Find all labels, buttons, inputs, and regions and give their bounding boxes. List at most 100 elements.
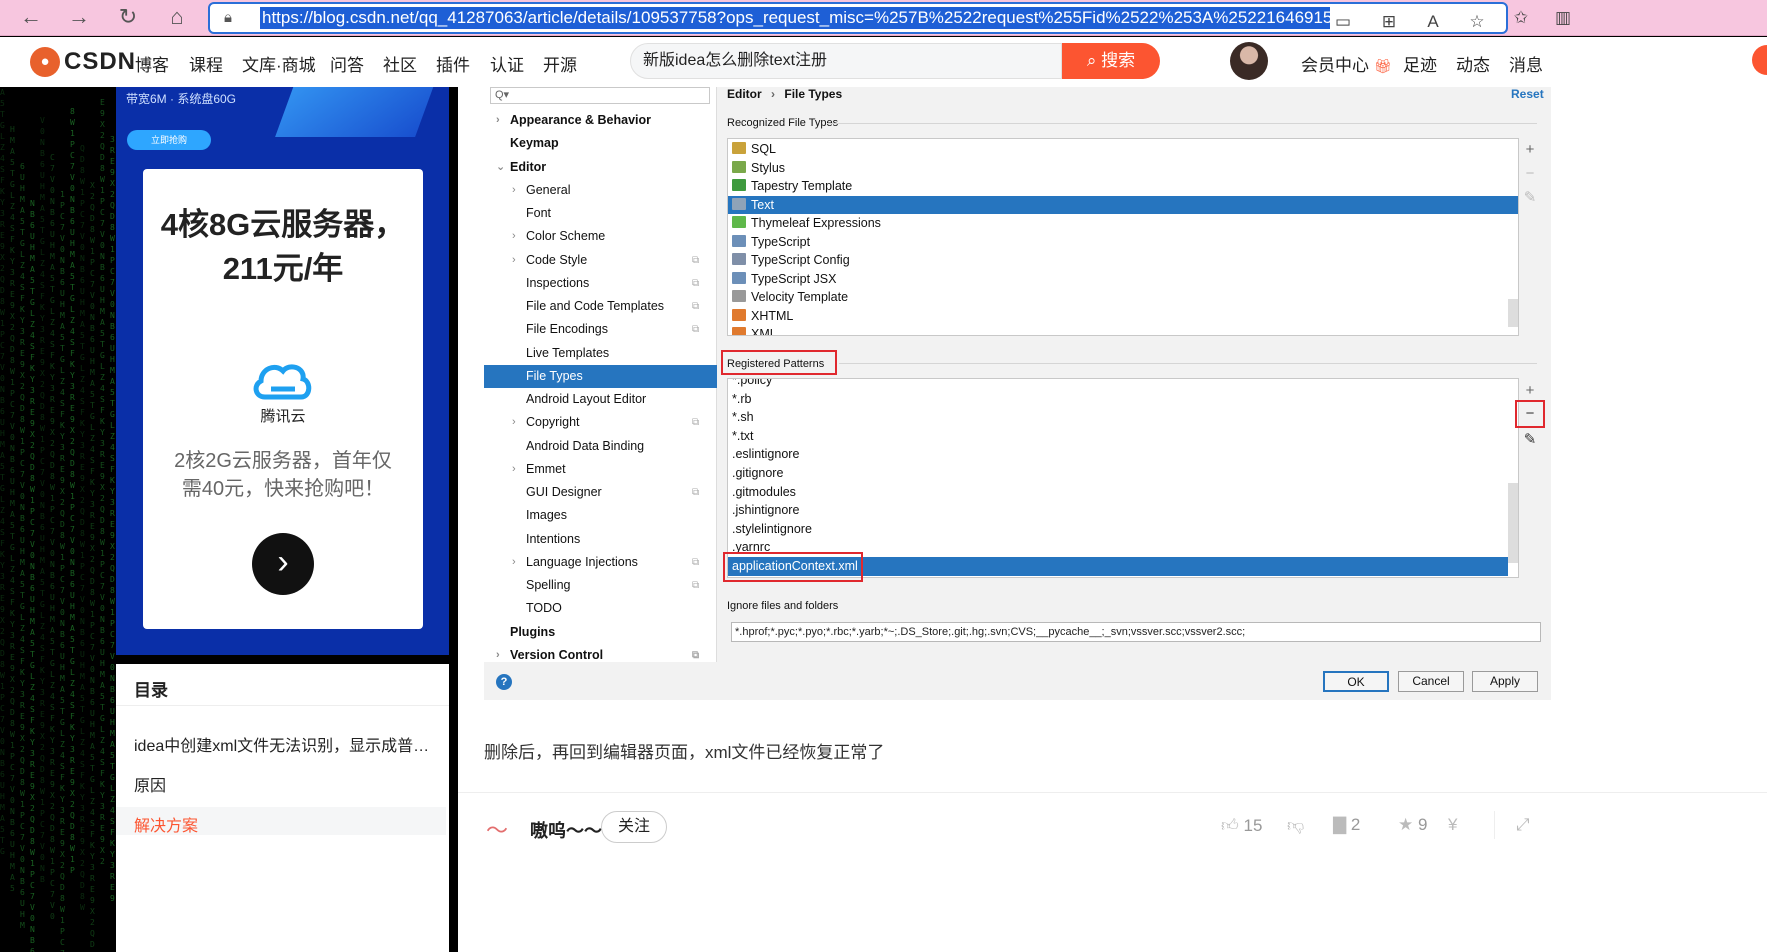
pattern-row[interactable]: .gitignore bbox=[728, 464, 1518, 483]
add-favorite-icon[interactable]: ☆ bbox=[1464, 9, 1490, 35]
pattern-row[interactable]: .gitmodules bbox=[728, 483, 1518, 502]
chevron-right-icon[interactable]: › bbox=[252, 533, 314, 595]
nav-blog[interactable]: 博客 bbox=[135, 51, 169, 76]
add-pattern-icon[interactable]: + bbox=[1521, 382, 1539, 400]
settings-tree-item[interactable]: Android Data Binding bbox=[484, 435, 717, 458]
apps-icon[interactable]: ⊞ bbox=[1376, 9, 1402, 35]
author-avatar-icon[interactable]: 〜 bbox=[486, 813, 520, 843]
read-aloud-icon[interactable]: A bbox=[1420, 9, 1446, 35]
file-type-row[interactable]: TypeScript JSX bbox=[728, 270, 1518, 289]
file-type-row[interactable]: Tapestry Template bbox=[728, 177, 1518, 196]
chevron-down-icon[interactable]: ⌄ bbox=[496, 156, 505, 179]
file-type-row[interactable]: TypeScript Config bbox=[728, 251, 1518, 270]
dislike-icon[interactable]: 👎︎ bbox=[1287, 815, 1304, 836]
registered-patterns-list[interactable]: *.policy *.rb *.sh *.txt .eslintignore .gitig… bbox=[727, 378, 1519, 578]
settings-tree-item[interactable]: › Code Style ⧉ bbox=[484, 249, 717, 272]
settings-tree-item[interactable]: Font bbox=[484, 202, 717, 225]
settings-tree-item[interactable]: Images bbox=[484, 504, 717, 527]
settings-tree-item[interactable]: › Emmet bbox=[484, 458, 717, 481]
star-button[interactable]: ★ 9 bbox=[1398, 815, 1427, 835]
search-button[interactable]: ⌕ 搜索 bbox=[1062, 43, 1160, 79]
messages-link[interactable]: 消息 bbox=[1509, 51, 1543, 76]
follow-button[interactable]: 关注 bbox=[601, 811, 667, 843]
scrollbar[interactable] bbox=[1508, 299, 1518, 327]
vip-center-link[interactable]: 会员中心 🎁︎ bbox=[1301, 51, 1392, 76]
toc-item-active[interactable]: 解决方案 bbox=[134, 812, 434, 836]
settings-tree-item[interactable]: GUI Designer ⧉ bbox=[484, 481, 717, 504]
nav-course[interactable]: 课程 bbox=[189, 51, 223, 76]
settings-tree-item[interactable]: › Color Scheme bbox=[484, 225, 717, 248]
remove-pattern-icon[interactable]: − bbox=[1521, 405, 1539, 423]
comment-button[interactable]: ▇ 2 bbox=[1333, 815, 1360, 835]
pattern-row[interactable]: .stylelintignore bbox=[728, 520, 1518, 539]
settings-search-input[interactable]: Q▾ bbox=[490, 87, 710, 104]
author-name[interactable]: 嗷呜～～ bbox=[530, 817, 602, 843]
settings-tree-item[interactable]: Keymap bbox=[484, 132, 717, 155]
pattern-row[interactable]: *.policy bbox=[728, 379, 1518, 390]
chevron-right-icon[interactable]: › bbox=[512, 225, 516, 248]
settings-tree-item[interactable]: Android Layout Editor bbox=[484, 388, 717, 411]
file-type-row[interactable]: TypeScript bbox=[728, 233, 1518, 252]
remove-icon[interactable]: − bbox=[1521, 165, 1539, 183]
nav-cert[interactable]: 认证 bbox=[490, 51, 524, 76]
chevron-right-icon[interactable]: › bbox=[512, 458, 516, 481]
url-text[interactable]: https://blog.csdn.net/qq_41287063/articl… bbox=[260, 7, 1330, 29]
search-input[interactable]: 新版idea怎么删除text注册 bbox=[630, 43, 1062, 79]
ad-buy-button[interactable]: 立即抢购 bbox=[127, 130, 211, 150]
pattern-row[interactable]: *.sh bbox=[728, 408, 1518, 427]
settings-tree-item[interactable]: File Encodings ⧉ bbox=[484, 318, 717, 341]
like-button[interactable]: 👍︎ 15 bbox=[1221, 815, 1262, 836]
file-type-row[interactable]: XHTML bbox=[728, 307, 1518, 326]
ignore-files-input[interactable]: *.hprof;*.pyc;*.pyo;*.rbc;*.yarb;*~;.DS_… bbox=[731, 622, 1541, 642]
settings-tree-item[interactable]: Spelling ⧉ bbox=[484, 574, 717, 597]
favorites-icon[interactable]: ✩ bbox=[1508, 5, 1534, 31]
pattern-row[interactable]: *.rb bbox=[728, 390, 1518, 409]
chevron-right-icon[interactable]: › bbox=[512, 411, 516, 434]
settings-tree-item[interactable]: ⌄ Editor bbox=[484, 156, 717, 179]
file-type-row[interactable]: Text bbox=[728, 195, 1518, 214]
chevron-right-icon[interactable]: › bbox=[512, 249, 516, 272]
settings-tree-item[interactable]: Inspections ⧉ bbox=[484, 272, 717, 295]
file-type-row[interactable]: SQL bbox=[728, 140, 1518, 159]
pattern-row[interactable]: .eslintignore bbox=[728, 445, 1518, 464]
nav-qa[interactable]: 问答 bbox=[330, 51, 364, 76]
footprint-link[interactable]: 足迹 bbox=[1403, 51, 1437, 76]
split-screen-icon[interactable]: ▥ bbox=[1550, 5, 1576, 31]
file-type-row[interactable]: XML bbox=[728, 325, 1518, 335]
help-icon[interactable]: ? bbox=[496, 674, 512, 690]
share-icon[interactable]: ⤢ bbox=[1516, 815, 1530, 835]
reset-link[interactable]: Reset bbox=[1511, 87, 1544, 101]
edit-icon[interactable]: ✎ bbox=[1521, 189, 1539, 207]
edit-pattern-icon[interactable]: ✎ bbox=[1521, 431, 1539, 449]
settings-tree-item[interactable]: File Types bbox=[484, 364, 717, 388]
chevron-right-icon[interactable]: › bbox=[512, 179, 516, 202]
address-bar[interactable]: 🔒︎ https://blog.csdn.net/qq_41287063/art… bbox=[208, 2, 1508, 34]
settings-tree-item[interactable]: Live Templates bbox=[484, 342, 717, 365]
activity-link[interactable]: 动态 bbox=[1456, 51, 1490, 76]
file-type-row[interactable]: Thymeleaf Expressions bbox=[728, 214, 1518, 233]
file-type-row[interactable]: Velocity Template bbox=[728, 288, 1518, 307]
apply-button[interactable]: Apply bbox=[1472, 671, 1538, 692]
pattern-row[interactable]: *.txt bbox=[728, 427, 1518, 446]
toc-item[interactable]: idea中创建xml文件无法识别，显示成普通文本 bbox=[134, 732, 434, 756]
reader-view-icon[interactable]: ▭ bbox=[1330, 9, 1356, 35]
scrollbar[interactable] bbox=[1508, 483, 1518, 563]
publish-button[interactable] bbox=[1752, 45, 1767, 75]
nav-community[interactable]: 社区 bbox=[383, 51, 417, 76]
csdn-logo[interactable]: ● CSDN bbox=[30, 47, 136, 77]
add-icon[interactable]: + bbox=[1521, 141, 1539, 159]
settings-tree-item[interactable]: › Language Injections ⧉ bbox=[484, 551, 717, 574]
forward-icon[interactable]: → bbox=[64, 3, 94, 33]
nav-opensource[interactable]: 开源 bbox=[543, 51, 577, 76]
home-icon[interactable]: ⌂ bbox=[162, 3, 192, 33]
ad-banner[interactable]: 带宽6M · 系统盘60G 立即抢购 4核8G云服务器，211元/年 腾讯云 2… bbox=[116, 87, 449, 655]
nav-library[interactable]: 文库·商城 bbox=[242, 51, 316, 76]
back-icon[interactable]: ← bbox=[16, 3, 46, 33]
settings-tree-item[interactable]: Plugins bbox=[484, 621, 717, 644]
settings-tree-item[interactable]: › General bbox=[484, 179, 717, 202]
ok-button[interactable]: OK bbox=[1323, 671, 1389, 692]
reward-icon[interactable]: ¥ bbox=[1448, 815, 1457, 835]
nav-plugin[interactable]: 插件 bbox=[436, 51, 470, 76]
toc-item[interactable]: 原因 bbox=[134, 772, 434, 796]
file-type-row[interactable]: Stylus bbox=[728, 159, 1518, 178]
